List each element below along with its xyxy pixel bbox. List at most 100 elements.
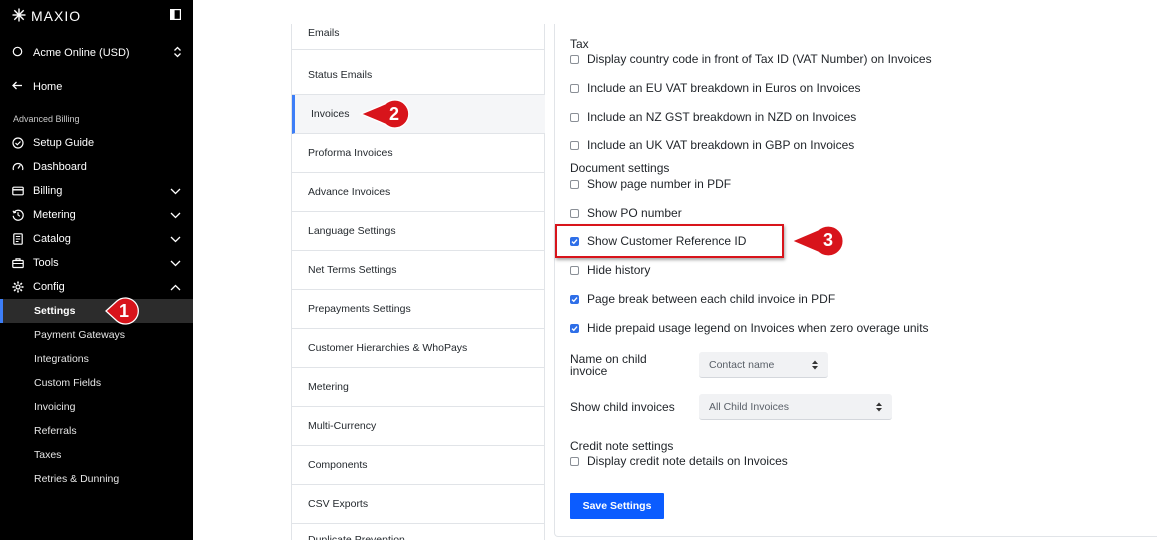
- doc-option-hide-prepaid-legend[interactable]: Hide prepaid usage legend on Invoices wh…: [570, 320, 929, 336]
- checkbox[interactable]: [570, 83, 579, 93]
- org-circle-icon: [12, 46, 23, 60]
- checkbox[interactable]: [570, 54, 579, 64]
- checkbox[interactable]: [570, 265, 579, 275]
- option-label: Page break between each child invoice in…: [587, 292, 836, 306]
- chevron-down-icon: [170, 210, 181, 222]
- option-label: Hide prepaid usage legend on Invoices wh…: [587, 321, 929, 335]
- check-circle-icon: [12, 137, 24, 149]
- history-clock-icon: [12, 209, 24, 221]
- gauge-icon: [12, 161, 24, 173]
- sidebar-item-metering[interactable]: Metering: [0, 203, 193, 227]
- name-on-child-invoice-select[interactable]: Contact name: [699, 352, 828, 378]
- settings-menu-item-metering[interactable]: Metering: [292, 368, 545, 407]
- step-number-3: 3: [822, 230, 833, 250]
- highlight-box: [555, 224, 784, 258]
- org-name: Acme Online (USD): [33, 47, 130, 59]
- sidebar-subitem-settings[interactable]: Settings: [0, 299, 193, 323]
- sidebar-subitem-taxes[interactable]: Taxes: [0, 443, 193, 467]
- option-label: Include an EU VAT breakdown in Euros on …: [587, 81, 861, 95]
- sidebar-item-config[interactable]: Config: [0, 275, 193, 299]
- doc-option-page-number[interactable]: Show page number in PDF: [570, 176, 731, 192]
- chevron-down-icon: [170, 234, 181, 246]
- settings-menu-item-invoices[interactable]: Invoices: [292, 95, 545, 134]
- checkbox-checked[interactable]: [570, 323, 579, 333]
- save-settings-button[interactable]: Save Settings: [570, 493, 664, 519]
- sidebar-item-label: Metering: [33, 209, 76, 221]
- select-value: All Child Invoices: [709, 400, 789, 413]
- settings-menu-item-net-terms[interactable]: Net Terms Settings: [292, 251, 545, 290]
- checkbox[interactable]: [570, 179, 579, 189]
- option-label: Display credit note details on Invoices: [587, 454, 788, 468]
- arrow-left-icon: [12, 80, 23, 94]
- show-child-invoices-select[interactable]: All Child Invoices: [699, 394, 892, 420]
- settings-menu-item-status-emails[interactable]: Status Emails: [292, 56, 545, 95]
- select-arrows-icon: [876, 402, 882, 415]
- select-value: Contact name: [709, 358, 775, 371]
- checkbox[interactable]: [570, 140, 579, 150]
- sidebar-subitem-retries-dunning[interactable]: Retries & Dunning: [0, 467, 193, 491]
- settings-menu-item-language-settings[interactable]: Language Settings: [292, 212, 545, 251]
- sidebar-item-dashboard[interactable]: Dashboard: [0, 155, 193, 179]
- sidebar-subitem-integrations[interactable]: Integrations: [0, 347, 193, 371]
- sidebar-item-setup-guide[interactable]: Setup Guide: [0, 131, 193, 155]
- select-arrows-icon: [812, 360, 818, 373]
- checkbox-checked[interactable]: [570, 294, 579, 304]
- catalog-book-icon: [12, 233, 24, 245]
- settings-menu-item-advance-invoices[interactable]: Advance Invoices: [292, 173, 545, 212]
- option-label: Hide history: [587, 263, 651, 277]
- document-settings-heading: Document settings: [570, 161, 670, 175]
- sidebar-item-label: Dashboard: [33, 161, 87, 173]
- settings-menu-item-components[interactable]: Components: [292, 446, 545, 485]
- tax-heading: Tax: [570, 37, 589, 51]
- sidebar-item-label: Config: [33, 281, 65, 293]
- sidebar-item-catalog[interactable]: Catalog: [0, 227, 193, 251]
- credit-card-icon: [12, 185, 24, 197]
- doc-option-hide-history[interactable]: Hide history: [570, 262, 650, 278]
- settings-menu-item-csv-exports[interactable]: CSV Exports: [292, 485, 545, 524]
- tax-option-nz-gst[interactable]: Include an NZ GST breakdown in NZD on In…: [570, 109, 856, 125]
- credit-option-display-details[interactable]: Display credit note details on Invoices: [570, 453, 788, 469]
- sidebar-subitem-invoicing[interactable]: Invoicing: [0, 395, 193, 419]
- tax-option-country-code[interactable]: Display country code in front of Tax ID …: [570, 51, 932, 67]
- doc-option-page-break[interactable]: Page break between each child invoice in…: [570, 291, 835, 307]
- checkbox[interactable]: [570, 112, 579, 122]
- settings-menu-item-proforma-invoices[interactable]: Proforma Invoices: [292, 134, 545, 173]
- org-switcher[interactable]: Acme Online (USD): [12, 44, 182, 62]
- settings-menu-item-multi-currency[interactable]: Multi-Currency: [292, 407, 545, 446]
- option-label: Show PO number: [587, 206, 682, 220]
- sidebar-subitem-payment-gateways[interactable]: Payment Gateways: [0, 323, 193, 347]
- chevron-down-icon: [170, 258, 181, 270]
- sidebar-item-label: Catalog: [33, 233, 71, 245]
- sidebar-subitem-referrals[interactable]: Referrals: [0, 419, 193, 443]
- settings-menu-item-emails[interactable]: Emails: [292, 17, 545, 50]
- doc-option-po-number[interactable]: Show PO number: [570, 205, 682, 221]
- sidebar-item-billing[interactable]: Billing: [0, 179, 193, 203]
- maxio-logo-icon: [12, 8, 26, 25]
- step-number-2: 2: [388, 104, 399, 124]
- option-label: Show page number in PDF: [587, 177, 732, 191]
- chevron-updown-icon: [173, 46, 182, 61]
- settings-menu-item-prepayments[interactable]: Prepayments Settings: [292, 290, 545, 329]
- option-label: Include an UK VAT breakdown in GBP on In…: [587, 138, 855, 152]
- maxio-logo[interactable]: MAXIO: [12, 8, 81, 25]
- checkbox[interactable]: [570, 208, 579, 218]
- toolbox-icon: [12, 257, 24, 269]
- settings-menu-item-duplicate-prevention[interactable]: Duplicate Prevention: [292, 524, 545, 540]
- brand-row: MAXIO: [12, 8, 182, 24]
- settings-menu-item-customer-hierarchies[interactable]: Customer Hierarchies & WhoPays: [292, 329, 545, 368]
- section-label-advanced-billing: Advanced Billing: [13, 114, 80, 124]
- gear-icon: [12, 281, 24, 293]
- settings-menu: Emails Status Emails Invoices Proforma I…: [291, 24, 545, 540]
- step-number-1: 1: [118, 301, 129, 321]
- credit-note-settings-heading: Credit note settings: [570, 439, 674, 453]
- chevron-down-icon: [170, 186, 181, 198]
- sidebar-item-label: Billing: [33, 185, 63, 197]
- checkbox[interactable]: [570, 456, 579, 466]
- tax-option-uk-vat[interactable]: Include an UK VAT breakdown in GBP on In…: [570, 137, 854, 153]
- sidebar-item-tools[interactable]: Tools: [0, 251, 193, 275]
- option-label: Display country code in front of Tax ID …: [587, 52, 932, 66]
- sidebar-subitem-custom-fields[interactable]: Custom Fields: [0, 371, 193, 395]
- sidebar-collapse-icon[interactable]: [170, 9, 182, 21]
- sidebar-item-home[interactable]: Home: [12, 78, 62, 96]
- tax-option-eu-vat[interactable]: Include an EU VAT breakdown in Euros on …: [570, 80, 861, 96]
